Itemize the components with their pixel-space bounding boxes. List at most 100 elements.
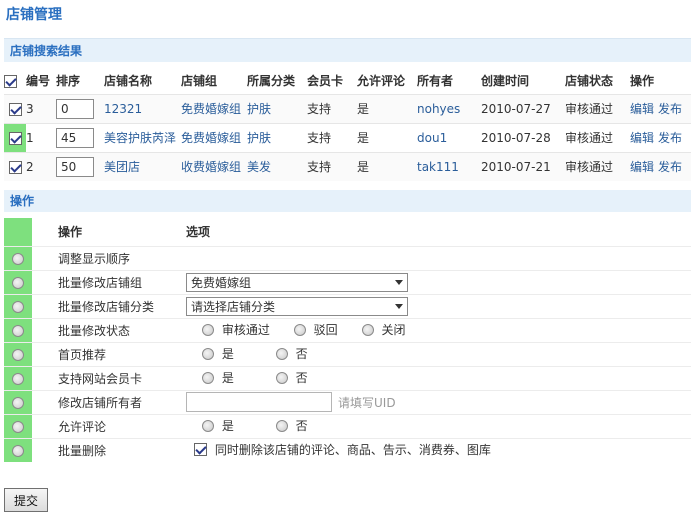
recommend-yes-radio[interactable]	[201, 347, 214, 360]
delete-related-label: 同时删除该店铺的评论、商品、告示、消费券、图库	[214, 443, 491, 458]
op-label: 批量删除	[58, 437, 186, 462]
shop-category-link[interactable]: 美发	[247, 160, 271, 174]
recommend-yes-label: 是	[221, 347, 234, 362]
row-checkbox[interactable]	[8, 131, 22, 145]
row-status: 审核通过	[565, 122, 630, 152]
row-checkbox[interactable]	[8, 160, 22, 174]
op-options: 免费婚嫁组	[186, 269, 691, 294]
row-owner-cell: nohyes	[417, 93, 481, 123]
row-status: 审核通过	[565, 93, 630, 123]
member-card-no-radio[interactable]	[275, 371, 288, 384]
status-closed-option[interactable]: 关闭	[361, 321, 406, 338]
recommend-no-option[interactable]: 否	[275, 345, 308, 362]
select-all-cell[interactable]	[4, 68, 26, 94]
row-select-cell[interactable]	[4, 93, 26, 123]
sort-input[interactable]	[56, 127, 94, 148]
sort-input[interactable]	[56, 156, 94, 177]
shop-name-link[interactable]: 美团店	[104, 160, 140, 174]
op-radio-cell[interactable]	[4, 293, 32, 318]
recommend-no-radio[interactable]	[275, 347, 288, 360]
ops-spacer	[32, 269, 58, 294]
op-radio-cell[interactable]	[4, 365, 32, 390]
comment-no-radio[interactable]	[275, 419, 288, 432]
status-rejected-radio[interactable]	[293, 323, 306, 336]
row-status: 审核通过	[565, 151, 630, 181]
op-row-batch-delete: 批量删除 同时删除该店铺的评论、商品、告示、消费券、图库	[4, 437, 691, 462]
op-radio[interactable]	[12, 444, 24, 457]
row-actions: 编辑 发布	[630, 151, 691, 181]
comment-no-option[interactable]: 否	[275, 417, 308, 434]
op-options: 请填写UID	[186, 389, 691, 414]
delete-related-option[interactable]: 同时删除该店铺的评论、商品、告示、消费券、图库	[193, 441, 491, 458]
shop-group-link[interactable]: 免费婚嫁组	[181, 131, 241, 145]
owner-uid-input[interactable]	[186, 392, 332, 412]
row-member-card: 支持	[307, 122, 357, 152]
edit-link[interactable]: 编辑	[630, 160, 654, 174]
op-radio-cell[interactable]	[4, 245, 32, 270]
op-radio[interactable]	[12, 276, 24, 289]
chevron-down-icon	[395, 303, 403, 309]
page-title: 店铺管理	[6, 7, 62, 23]
op-radio[interactable]	[12, 324, 24, 337]
op-radio-cell[interactable]	[4, 413, 32, 438]
recommend-yes-option[interactable]: 是	[201, 345, 234, 362]
member-card-no-option[interactable]: 否	[275, 369, 308, 386]
publish-link[interactable]: 发布	[658, 160, 682, 174]
col-header-owner: 所有者	[417, 74, 454, 89]
op-label: 调整显示顺序	[58, 245, 186, 270]
row-select-cell[interactable]	[4, 151, 26, 181]
comment-yes-option[interactable]: 是	[201, 417, 234, 434]
publish-link[interactable]: 发布	[658, 131, 682, 145]
row-id: 1	[26, 122, 56, 152]
status-approved-radio[interactable]	[201, 323, 214, 336]
shop-group-link[interactable]: 免费婚嫁组	[181, 102, 241, 116]
owner-link[interactable]: tak111	[417, 160, 459, 174]
publish-link[interactable]: 发布	[658, 102, 682, 116]
edit-link[interactable]: 编辑	[630, 131, 654, 145]
status-approved-option[interactable]: 审核通过	[201, 321, 270, 338]
edit-link[interactable]: 编辑	[630, 102, 654, 116]
select-all-checkbox[interactable]	[4, 74, 17, 88]
member-card-yes-option[interactable]: 是	[201, 369, 234, 386]
status-rejected-option[interactable]: 驳回	[293, 321, 338, 338]
op-label: 允许评论	[58, 413, 186, 438]
row-checkbox[interactable]	[8, 102, 22, 116]
op-label: 首页推荐	[58, 341, 186, 366]
owner-link[interactable]: dou1	[417, 131, 447, 145]
comment-yes-label: 是	[221, 419, 234, 434]
op-radio[interactable]	[12, 348, 24, 361]
status-closed-radio[interactable]	[361, 323, 374, 336]
shop-name-link[interactable]: 12321	[104, 102, 142, 116]
row-select-cell[interactable]	[4, 122, 26, 152]
op-label: 批量修改店铺组	[58, 269, 186, 294]
shop-category-link[interactable]: 护肤	[247, 131, 271, 145]
status-approved-label: 审核通过	[221, 323, 270, 338]
comment-yes-radio[interactable]	[201, 419, 214, 432]
shop-group-select[interactable]: 免费婚嫁组	[186, 272, 408, 292]
op-radio[interactable]	[12, 420, 24, 433]
row-sort-cell	[56, 151, 104, 181]
op-radio-cell[interactable]	[4, 269, 32, 294]
ops-spacer	[32, 245, 58, 270]
row-sort-cell	[56, 122, 104, 152]
shop-category-select[interactable]: 请选择店铺分类	[186, 296, 408, 316]
shop-category-select-value: 请选择店铺分类	[191, 299, 276, 314]
op-radio-cell[interactable]	[4, 389, 32, 414]
operations-table: 操作 选项 调整显示顺序 批量修改店铺组 免费婚嫁组 批量修改店铺分类 请选择店…	[4, 218, 691, 462]
op-radio-cell[interactable]	[4, 317, 32, 342]
submit-button[interactable]: 提交	[4, 488, 48, 512]
member-card-yes-radio[interactable]	[201, 371, 214, 384]
op-radio[interactable]	[12, 252, 24, 265]
owner-link[interactable]: nohyes	[417, 102, 460, 116]
op-radio[interactable]	[12, 300, 24, 313]
table-row: 3 12321 免费婚嫁组 护肤 支持 是 nohyes 2010-07-27 …	[4, 93, 691, 123]
op-radio-cell[interactable]	[4, 341, 32, 366]
op-radio[interactable]	[12, 372, 24, 385]
op-radio[interactable]	[12, 396, 24, 409]
sort-input[interactable]	[56, 98, 94, 119]
delete-related-checkbox[interactable]	[193, 443, 207, 457]
op-radio-cell[interactable]	[4, 437, 32, 462]
shop-group-link[interactable]: 收费婚嫁组	[181, 160, 241, 174]
shop-name-link[interactable]: 美容护肤芮泽	[104, 131, 176, 145]
shop-category-link[interactable]: 护肤	[247, 102, 271, 116]
